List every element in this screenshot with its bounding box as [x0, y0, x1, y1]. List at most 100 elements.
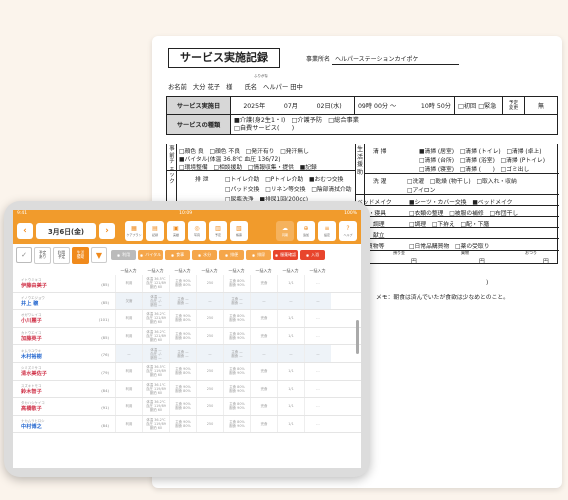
record-cell[interactable]: 主食 — 副食 — [223, 345, 250, 362]
record-cell[interactable]: 完食 [250, 327, 277, 345]
record-cell[interactable]: 主食 90% 副食 80% [169, 398, 196, 415]
camera-icon[interactable]: ◎ 写真 [188, 221, 206, 241]
record-cell[interactable]: 完食 [250, 275, 277, 292]
funnel-icon[interactable]: ▼ [91, 247, 107, 263]
filter-scheduled[interactable]: 予定 あり [34, 246, 51, 264]
results-icon[interactable]: ▣ 実績 [167, 221, 185, 241]
record-cell[interactable]: 250 [196, 362, 223, 380]
column-header-medication[interactable]: ✱ 服薬確認 [273, 250, 298, 260]
resident-name-cell[interactable]: タカハシケイコ 高橋敬子 (91) [13, 398, 115, 415]
record-cell[interactable]: 250 [196, 415, 223, 433]
record-cell[interactable]: 体温 36.5℃ 血圧 119/89 脈拍 60 [142, 362, 169, 380]
resident-name-cell[interactable]: オガワレイコ 小川麗子 (101) [13, 310, 115, 327]
record-cell[interactable]: 利用 [115, 310, 142, 327]
resident-name-cell[interactable]: スズキトモコ 鈴木智子 (84) [13, 381, 115, 398]
record-cell[interactable]: 体温 — 血圧 -/- 脈拍 — [142, 292, 169, 310]
record-cell[interactable]: … [304, 310, 331, 327]
record-cell[interactable]: 250 [196, 275, 223, 292]
record-cell[interactable]: 250 [196, 398, 223, 415]
careplan-icon[interactable]: ▦ ケアプラン [125, 221, 143, 241]
bulk-input-vital[interactable]: 一括入力 [142, 266, 169, 275]
record-cell[interactable]: 体温 36.2℃ 血圧 121/89 脈拍 60 [142, 310, 169, 327]
bulk-input-bath[interactable]: 一括入力 [304, 266, 331, 275]
bulk-input-use[interactable]: 一括入力 [115, 266, 142, 275]
record-cell[interactable]: 1/1 [277, 275, 304, 292]
table-row[interactable]: キムラユウキ 木村裕樹 (76) — 体温 — 血圧 -/- 脈拍 — 主食 — 副食 —… [13, 345, 361, 363]
bulk-input-stool[interactable]: 一括入力 [223, 266, 250, 275]
bulk-input-water[interactable]: 一括入力 [196, 266, 223, 275]
record-cell[interactable]: 1/1 [277, 415, 304, 433]
record-cell[interactable]: — [250, 292, 277, 310]
column-header-bath[interactable]: ✱ 入浴 [300, 250, 325, 260]
table-row[interactable]: ナカムラヒロシ 中村博之 (84) 利用 体温 36.2℃ 血圧 119/89 脈拍 6… [13, 415, 361, 434]
table-row[interactable]: タカハシケイコ 高橋敬子 (91) 利用 体温 36.2℃ 血圧 119/89 脈拍 6… [13, 398, 361, 416]
filter-life-support[interactable]: 生活 援助 [72, 246, 89, 264]
record-cell[interactable]: … [304, 398, 331, 415]
record-cell[interactable]: — [277, 345, 304, 362]
resident-name-cell[interactable]: カトウエイコ 加藤英子 (85) [13, 328, 115, 345]
record-cell[interactable]: 主食 80% 副食 90% [223, 380, 250, 398]
next-date-button[interactable]: › [99, 223, 115, 239]
record-icon[interactable]: ▤ 記録 [146, 221, 164, 241]
record-cell[interactable]: — [196, 345, 223, 362]
record-cell[interactable]: — [277, 292, 304, 310]
record-cell[interactable]: 利用 [115, 327, 142, 345]
record-cell[interactable]: 欠席 [115, 292, 142, 310]
date-selector[interactable]: 3月6日(金) [36, 223, 96, 239]
record-cell[interactable]: 主食 90% 副食 80% [169, 415, 196, 433]
record-cell[interactable]: 主食 80% 副食 90% [223, 415, 250, 433]
record-cell[interactable]: … [304, 380, 331, 398]
record-cell[interactable]: 完食 [250, 310, 277, 327]
record-cell[interactable]: 完食 [250, 398, 277, 415]
record-cell[interactable]: 体温 36.5℃ 血圧 121/89 脈拍 60 [142, 275, 169, 292]
record-cell[interactable]: 完食 [250, 362, 277, 380]
record-cell[interactable]: … [304, 362, 331, 380]
bulk-input-medication[interactable]: 一括入力 [277, 266, 304, 275]
record-cell[interactable]: 主食 — 副食 — [223, 292, 250, 310]
record-cell[interactable]: 主食 90% 副食 80% [169, 310, 196, 327]
add-icon[interactable]: ⊕ 追加 [297, 221, 315, 241]
table-row[interactable]: オガワレイコ 小川麗子 (101) 利用 体温 36.2℃ 血圧 121/89 脈拍 6… [13, 310, 361, 328]
select-all-checkbox[interactable]: ✓ [16, 247, 32, 263]
record-cell[interactable]: 250 [196, 327, 223, 345]
record-cell[interactable]: 体温 36.2℃ 血圧 119/89 脈拍 60 [142, 415, 169, 433]
record-cell[interactable]: — [250, 345, 277, 362]
record-cell[interactable]: 主食 90% 副食 80% [169, 380, 196, 398]
column-header-meal[interactable]: ✱ 食事 [165, 250, 190, 260]
prev-date-button[interactable]: ‹ [17, 223, 33, 239]
record-cell[interactable]: 250 [196, 380, 223, 398]
record-cell[interactable]: — [304, 292, 331, 310]
help-icon[interactable]: ? ヘルプ [339, 221, 357, 241]
record-cell[interactable]: 1/1 [277, 380, 304, 398]
record-cell[interactable]: … [304, 275, 331, 292]
record-cell[interactable]: 利用 [115, 398, 142, 415]
cloud-sync-icon[interactable]: ☁ 同期 [276, 221, 294, 241]
record-cell[interactable]: 主食 80% 副食 90% [223, 310, 250, 327]
column-header-urine[interactable]: ✱ 排尿 [246, 250, 271, 260]
record-cell[interactable]: 主食 90% 副食 80% [169, 275, 196, 292]
record-cell[interactable]: 主食 — 副食 — [169, 292, 196, 310]
record-cell[interactable]: 主食 90% 副食 80% [169, 327, 196, 345]
report-icon[interactable]: ▧ 帳票 [230, 221, 248, 241]
record-cell[interactable]: 1/1 [277, 362, 304, 380]
record-cell[interactable]: 完食 [250, 380, 277, 398]
scrollbar[interactable] [356, 320, 359, 354]
record-cell[interactable]: 主食 90% 副食 80% [169, 362, 196, 380]
record-cell[interactable]: 体温 36.1℃ 血圧 119/89 脈拍 60 [142, 380, 169, 398]
column-header-water[interactable]: ✱ 水分 [192, 250, 217, 260]
column-header-vital[interactable]: ✱ バイタル [138, 250, 163, 260]
record-cell[interactable]: — [196, 292, 223, 310]
record-cell[interactable]: 主食 — 副食 — [169, 345, 196, 362]
resident-name-cell[interactable]: シミズミサコ 清水美佐子 (79) [13, 363, 115, 380]
record-cell[interactable]: 主食 80% 副食 90% [223, 327, 250, 345]
column-header-stool[interactable]: ✱ 排便 [219, 250, 244, 260]
record-cell[interactable]: 1/1 [277, 327, 304, 345]
record-cell[interactable]: 1/1 [277, 310, 304, 327]
record-cell[interactable]: 体温 — 血圧 -/- 脈拍 — [142, 345, 169, 362]
table-row[interactable]: カトウエイコ 加藤英子 (85) 利用 体温 36.2℃ 血圧 121/89 脈拍 60… [13, 327, 361, 346]
record-cell[interactable]: 利用 [115, 415, 142, 433]
bulk-input-urine[interactable]: 一括入力 [250, 266, 277, 275]
record-cell[interactable]: 1/1 [277, 398, 304, 415]
record-cell[interactable]: 主食 80% 副食 90% [223, 362, 250, 380]
resident-name-cell[interactable]: イノウエジョウ 井上 穣 (85) [13, 293, 115, 310]
